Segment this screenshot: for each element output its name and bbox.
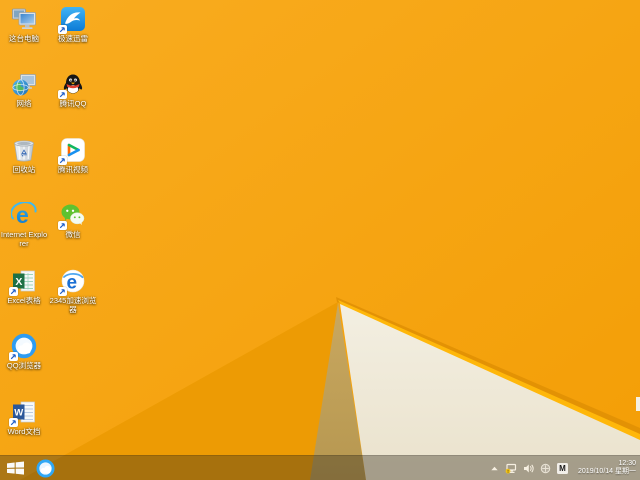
xunlei-bird-icon: [58, 6, 86, 34]
icon-label: 极速迅雷: [58, 34, 88, 43]
shortcut-arrow-icon: [9, 287, 18, 296]
network-warning-icon[interactable]: [505, 463, 517, 474]
desktop-icon-word[interactable]: W Word文档: [0, 399, 48, 461]
ie-letter: e: [16, 202, 29, 228]
qq-browser-cloud-icon: [9, 333, 37, 361]
desktop-icon-internet-explorer[interactable]: e Internet Explorer: [0, 202, 48, 264]
shortcut-arrow-icon: [58, 156, 67, 165]
desktop-icon-wechat[interactable]: 微信: [49, 202, 97, 264]
internet-explorer-icon: e: [11, 202, 37, 228]
desktop-icon-tencent-qq[interactable]: 腾讯QQ: [49, 71, 97, 133]
safely-remove-hardware-icon[interactable]: [540, 463, 551, 474]
tencent-video-play-icon: [58, 137, 86, 165]
icon-label: 微信: [65, 230, 81, 239]
icon-label: 网络: [16, 99, 32, 108]
excel-letter: X: [15, 276, 22, 288]
shortcut-arrow-icon: [9, 352, 18, 361]
icon-label: 腾讯QQ: [59, 99, 87, 108]
desktop-icon-qq-browser[interactable]: QQ浏览器: [0, 333, 48, 395]
clock-time: 12:30: [618, 459, 636, 467]
shortcut-arrow-icon: [58, 90, 67, 99]
shortcut-arrow-icon: [58, 25, 67, 34]
start-button[interactable]: [0, 456, 30, 480]
desktop-icon-recycle-bin[interactable]: 回收站: [0, 137, 48, 199]
recycle-bin-icon: [11, 137, 37, 163]
volume-icon[interactable]: [523, 463, 534, 474]
windows-desktop: 这台电脑 极速迅雷 网络 腾讯QQ 回收站 腾讯视频 e Internet Ex…: [0, 0, 640, 480]
desktop-icon-this-pc[interactable]: 这台电脑: [0, 6, 48, 68]
desktop-icon-network[interactable]: 网络: [0, 71, 48, 133]
icon-label: 2345加速浏览器: [49, 296, 97, 314]
icon-label: 腾讯视频: [58, 165, 88, 174]
taskbar-qq-browser-button[interactable]: [30, 456, 60, 480]
desktop-icon-xunlei[interactable]: 极速迅雷: [49, 6, 97, 68]
shortcut-arrow-icon: [58, 221, 67, 230]
desktop-icon-tencent-video[interactable]: 腾讯视频: [49, 137, 97, 199]
qq-browser-cloud-icon: [35, 458, 55, 478]
icon-label: 回收站: [12, 165, 36, 174]
taskbar-clock[interactable]: 12:30 2019/10/14 星期一: [574, 460, 636, 477]
word-letter: W: [14, 408, 23, 419]
windows-logo-icon: [6, 461, 24, 475]
ime-indicator[interactable]: M: [557, 462, 569, 474]
icon-label: Internet Explorer: [0, 230, 48, 248]
wechat-bubbles-icon: [58, 202, 86, 230]
taskbar: M 12:30 2019/10/14 星期一: [0, 455, 640, 480]
2345-letter: e: [67, 273, 78, 294]
network-globe-icon: [11, 71, 37, 97]
word-icon: W: [9, 399, 37, 427]
excel-icon: X: [9, 268, 37, 296]
shortcut-arrow-icon: [9, 418, 18, 427]
qq-penguin-icon: [58, 71, 86, 99]
desktop-icon-excel[interactable]: X Excel表格: [0, 268, 48, 330]
2345-browser-icon: e: [58, 268, 86, 296]
clock-date: 2019/10/14 星期一: [578, 468, 636, 475]
this-pc-icon: [11, 6, 37, 32]
icon-label: QQ浏览器: [6, 361, 42, 370]
icon-label: Word文档: [7, 427, 41, 436]
desktop-icon-2345-browser[interactable]: e 2345加速浏览器: [49, 268, 97, 330]
icon-label: 这台电脑: [9, 34, 39, 43]
system-tray: M 12:30 2019/10/14 星期一: [490, 456, 640, 480]
shortcut-arrow-icon: [58, 287, 67, 296]
icon-label: Excel表格: [7, 296, 41, 305]
hidden-icons-chevron[interactable]: [490, 464, 499, 473]
